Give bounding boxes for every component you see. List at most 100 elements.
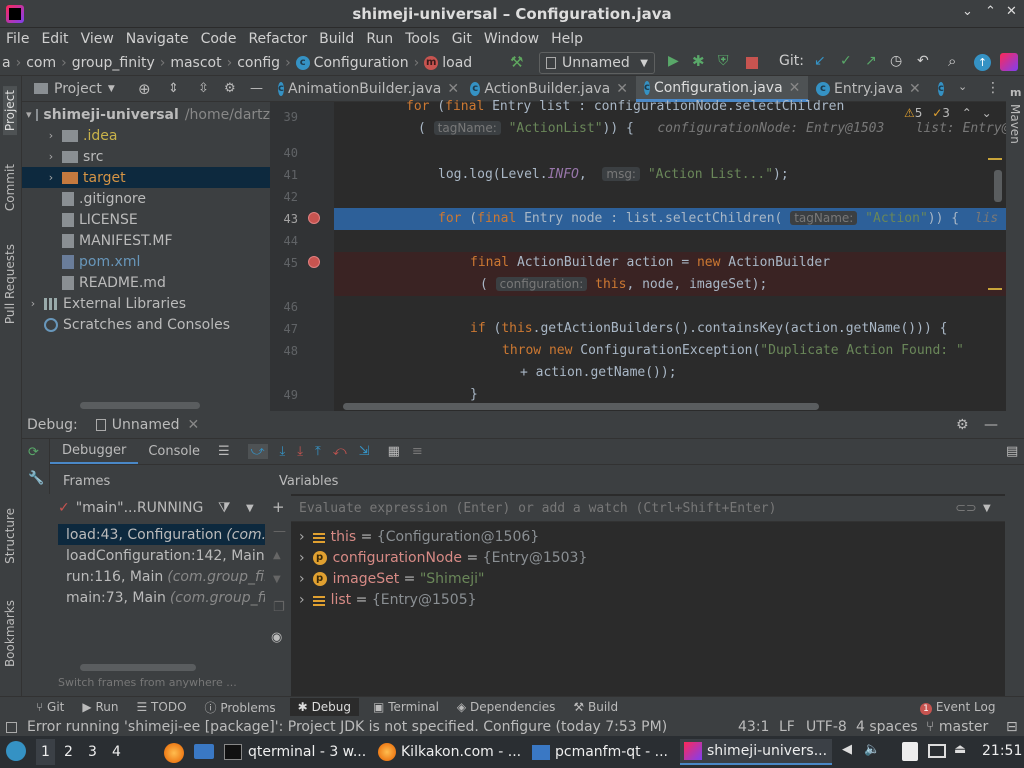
close-window-icon[interactable]: ✕ xyxy=(1006,4,1017,19)
code-line[interactable]: log.log(Level.INFO, msg: "Action List...… xyxy=(438,167,1024,182)
more-tabs-icon[interactable]: ⋮ xyxy=(986,80,1000,96)
start-menu-icon[interactable] xyxy=(6,741,26,761)
workspace-2[interactable]: 2 xyxy=(64,739,73,765)
clipboard-icon[interactable] xyxy=(902,742,918,761)
tree-item[interactable]: pom.xml xyxy=(22,251,270,272)
variable-row[interactable]: › list = {Entry@1505} xyxy=(291,589,1005,610)
debug-bug-icon[interactable]: ✱ xyxy=(692,52,705,70)
git-commit-icon[interactable]: ✓ xyxy=(840,53,852,69)
close-tab-icon[interactable]: ✕ xyxy=(187,417,199,433)
close-tab-icon[interactable]: ✕ xyxy=(909,81,921,97)
collapse-icon[interactable]: ⇕ xyxy=(168,81,179,96)
chevron-down-icon[interactable]: ▼ xyxy=(246,503,254,514)
tool-bookmarks[interactable]: Bookmarks xyxy=(3,600,17,667)
expand-icon[interactable]: ⇳ xyxy=(198,81,209,96)
thread-selector[interactable]: ✓ "main"...RUNNING ⧩ ▼ xyxy=(28,494,265,522)
prev-highlight-icon[interactable]: ⌃ xyxy=(962,106,972,120)
show-execution-point-icon[interactable]: ⤻ xyxy=(247,444,268,459)
error-stripe-mark[interactable] xyxy=(988,288,1002,290)
crumb-a[interactable]: a xyxy=(2,55,11,71)
chevron-down-icon[interactable]: ▼ xyxy=(108,84,115,94)
tab-debugger[interactable]: Debugger xyxy=(50,439,139,464)
tree-item[interactable]: Scratches and Consoles xyxy=(22,314,270,335)
frame-row[interactable]: run:116, Main (com.group_finit xyxy=(58,566,265,587)
menu-tools[interactable]: Tools xyxy=(405,31,440,47)
menu-window[interactable]: Window xyxy=(484,31,539,47)
gear-icon[interactable]: ⚙ xyxy=(224,81,236,96)
history-icon[interactable]: ◷ xyxy=(890,53,902,69)
menu-build[interactable]: Build xyxy=(319,31,354,47)
tw-git[interactable]: ⑂ Git xyxy=(36,700,64,714)
expand-arrow-icon[interactable]: › xyxy=(299,592,305,608)
code-line[interactable]: } xyxy=(470,387,1024,402)
next-highlight-icon[interactable]: ⌄ xyxy=(982,106,992,120)
lock-icon[interactable]: ⊟ xyxy=(1006,719,1018,735)
tw-build[interactable]: ⚒ Build xyxy=(573,700,618,714)
close-tab-icon[interactable]: ✕ xyxy=(789,80,801,96)
toggle-toolwindows-icon[interactable] xyxy=(6,721,17,733)
project-view-label[interactable]: Project xyxy=(54,81,102,97)
task-firefox[interactable]: Kilkakon.com - ... xyxy=(378,739,524,765)
gear-icon[interactable]: ⚙ xyxy=(956,417,969,433)
menu-view[interactable]: View xyxy=(81,31,114,47)
tree-item[interactable]: MANIFEST.MF xyxy=(22,230,270,251)
step-out-icon[interactable]: ⤒ xyxy=(315,444,321,459)
tool-project[interactable]: Project xyxy=(3,86,17,136)
caret-position[interactable]: 43:1 xyxy=(738,719,769,735)
network-icon[interactable] xyxy=(928,744,946,758)
layout-icon[interactable]: ☰ xyxy=(218,444,230,459)
stop-icon[interactable] xyxy=(746,57,758,69)
update-ide-icon[interactable]: ↑ xyxy=(974,54,991,71)
collapsed-arrow-icon[interactable]: › xyxy=(44,150,58,163)
code-line[interactable]: ( tagName: "ActionList")) { configuratio… xyxy=(418,121,1024,136)
filter-icon[interactable]: ⧩ xyxy=(218,500,231,516)
tw-todo[interactable]: ☰ TODO xyxy=(136,700,186,714)
tool-structure[interactable]: Structure xyxy=(3,508,17,564)
debug-session-tab[interactable]: Unnamed xyxy=(112,417,180,433)
minimize-icon[interactable]: ⌄ xyxy=(962,4,973,19)
tool-maven[interactable]: Maven xyxy=(1008,104,1022,144)
workspace-3[interactable]: 3 xyxy=(88,739,97,765)
close-tab-icon[interactable]: ✕ xyxy=(616,81,628,97)
tool-commit[interactable]: Commit xyxy=(3,164,17,211)
step-over-icon[interactable]: ⤓ xyxy=(280,444,286,459)
tree-item[interactable]: LICENSE xyxy=(22,209,270,230)
tab-console[interactable]: Console xyxy=(138,440,210,463)
run-icon[interactable]: ▶ xyxy=(668,53,679,69)
vertical-scrollbar[interactable] xyxy=(994,170,1002,202)
code-line[interactable]: ( configuration: this, node, imageSet); xyxy=(480,277,1024,292)
expand-arrow-icon[interactable]: › xyxy=(299,529,305,545)
collapsed-arrow-icon[interactable]: › xyxy=(44,171,58,184)
crumb-load[interactable]: load xyxy=(442,55,472,71)
chevron-down-icon[interactable]: ▼ xyxy=(983,503,991,514)
collapsed-arrow-icon[interactable]: › xyxy=(44,129,58,142)
frame-row[interactable]: main:73, Main (com.group_fini xyxy=(58,587,265,608)
variable-row[interactable]: › this = {Configuration@1506} xyxy=(291,526,1005,547)
firefox-icon[interactable] xyxy=(164,743,184,763)
tw-problems[interactable]: ⓘ Problems xyxy=(205,699,276,716)
code-line[interactable]: if (this.getActionBuilders().containsKey… xyxy=(470,321,1024,336)
git-update-icon[interactable]: ↙ xyxy=(814,53,826,69)
power-icon[interactable]: ⏏ xyxy=(954,742,966,757)
code-line[interactable]: + action.getName()); xyxy=(520,365,1024,380)
task-qterminal[interactable]: qterminal - 3 w... xyxy=(224,739,370,765)
menu-help[interactable]: Help xyxy=(551,31,583,47)
line-separator[interactable]: LF xyxy=(779,719,795,735)
menu-edit[interactable]: Edit xyxy=(41,31,68,47)
evaluate-table-icon[interactable]: ▦ xyxy=(388,444,400,459)
menu-file[interactable]: File xyxy=(6,31,29,47)
breakpoint-icon[interactable] xyxy=(308,256,320,268)
expand-arrow-icon[interactable]: › xyxy=(299,550,305,566)
file-encoding[interactable]: UTF-8 xyxy=(806,719,847,735)
crumb-config[interactable]: config xyxy=(237,55,280,71)
drop-frame-icon[interactable]: ⤺ xyxy=(333,444,347,459)
inspection-widget[interactable]: ⚠5 ✓3 ⌃ ⌄ xyxy=(900,104,996,122)
expanded-arrow-icon[interactable]: ▾ xyxy=(26,108,32,121)
menu-code[interactable]: Code xyxy=(201,31,237,47)
git-push-icon[interactable]: ↗ xyxy=(865,53,877,69)
step-into-icon[interactable]: ⤓ xyxy=(297,444,303,459)
code-line[interactable]: for (final Entry node : list.selectChild… xyxy=(438,211,1024,226)
menu-navigate[interactable]: Navigate xyxy=(126,31,189,47)
task-pcmanfm[interactable]: pcmanfm-qt - ... xyxy=(532,739,676,765)
modify-config-icon[interactable]: 🔧 xyxy=(28,471,44,486)
